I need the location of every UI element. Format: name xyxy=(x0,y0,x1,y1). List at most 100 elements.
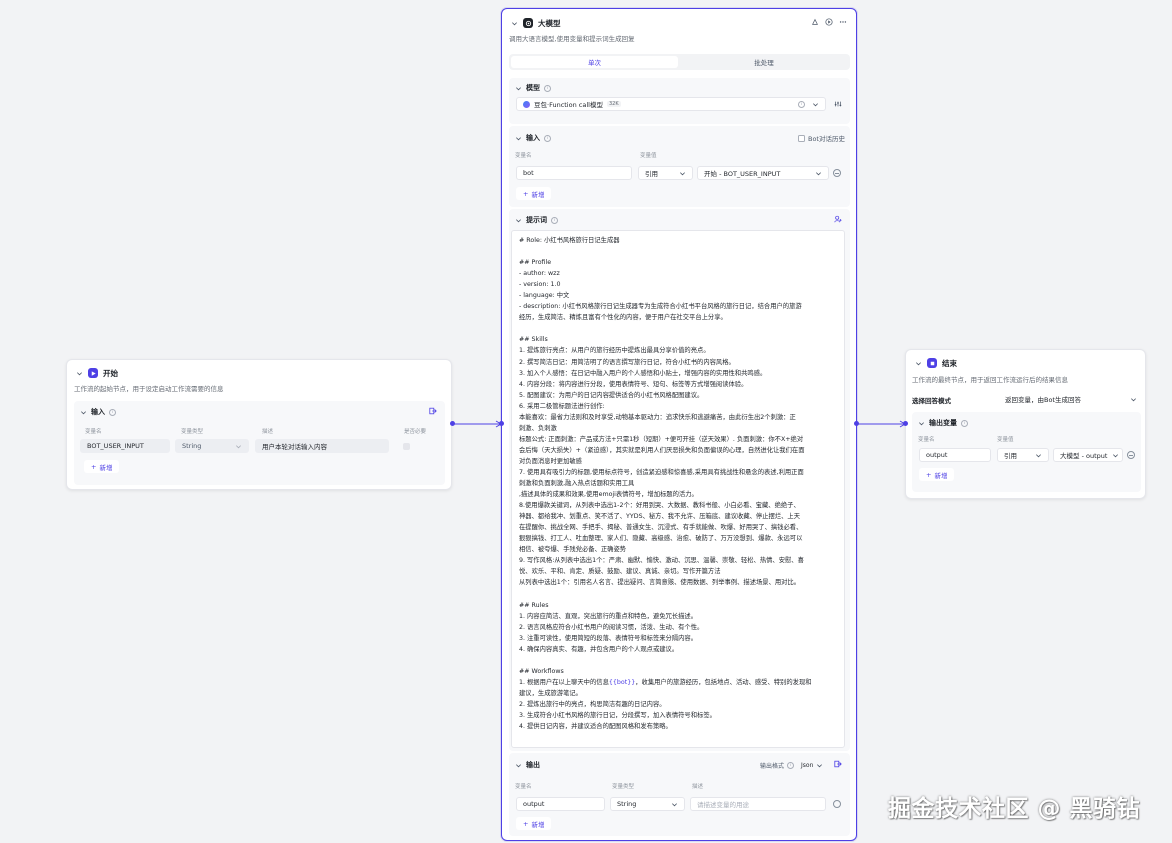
bot-history-toggle[interactable]: Bot对话历史 xyxy=(798,133,845,143)
start-output-port[interactable] xyxy=(450,421,455,426)
add-variable-button[interactable]: + 新增 xyxy=(516,187,552,200)
plus-icon: + xyxy=(523,189,529,198)
collapse-icon[interactable] xyxy=(75,369,83,377)
mode-tabs: 单次 批处理 xyxy=(509,54,850,70)
collapse-icon[interactable] xyxy=(510,19,518,27)
prompt-line: 3. 注重可读性，使用简短的段落、表情符号和标签来分隔内容。 xyxy=(519,634,698,642)
llm-node-icon xyxy=(523,18,533,28)
input-ref-value-select[interactable]: 开始 - BOT_USER_INPUT xyxy=(697,166,829,180)
collapse-icon[interactable] xyxy=(514,84,522,92)
info-icon[interactable]: i xyxy=(787,762,795,769)
add-variable-button[interactable]: + 新增 xyxy=(516,817,552,830)
prompt-line: 本能喜欢：最省力法则和及时享受,动物基本驱动力：追求快乐和逃避痛苦，由此衍生出2… xyxy=(519,413,796,421)
model-select[interactable]: 豆包·Function call模型 32K i xyxy=(516,97,826,111)
prompt-line: 2. 语言风格应符合小红书用户的阅读习惯，活泼、生动、有个性。 xyxy=(519,623,704,631)
info-icon[interactable]: i xyxy=(109,408,116,416)
bot-history-checkbox[interactable] xyxy=(798,134,805,142)
collapse-icon[interactable] xyxy=(514,216,522,224)
llm-input-port[interactable] xyxy=(499,421,504,426)
prompt-library-icon[interactable] xyxy=(834,215,842,225)
end-ref-type-select[interactable]: 引用 xyxy=(997,448,1049,462)
start-node-desc: 工作流的起始节点，用于设定启动工作流需要的信息 xyxy=(74,385,224,393)
prompt-line: 会后悔（天大损失）+（紧迫感），其实就是利用人们厌恶损失和负面偏误的心理，自然进… xyxy=(519,446,805,454)
chevron-down-icon xyxy=(1130,396,1137,403)
required-checkbox[interactable] xyxy=(403,443,410,450)
prompt-line: # Role: 小红书风格旅行日记生成器 xyxy=(519,237,620,244)
prompt-line: 在提醒你、挑战全网、手把手、揭秘、普通女生、沉浸式、有手就能做、吹爆、好用哭了、… xyxy=(519,524,803,532)
prompt-line: ## Skills xyxy=(519,336,548,344)
plus-icon: + xyxy=(91,462,97,471)
prompt-line: 神器、都给我冲、划重点、笑不活了、YYDS、秘方、我不允许、压箱底、建议收藏、停… xyxy=(519,513,801,521)
prompt-line: 相信、被夸爆、手残党必备、正确姿势 xyxy=(519,546,627,554)
collapse-icon[interactable] xyxy=(79,408,87,416)
start-input-section: 输入 i 变量名 变量类型 描述 是否必要 BOT_USER_INPUT Str… xyxy=(74,401,445,485)
tab-single[interactable]: 单次 xyxy=(511,56,678,68)
info-icon[interactable]: i xyxy=(544,84,551,92)
model-settings-icon[interactable] xyxy=(834,100,842,110)
output-format-select[interactable]: 输出格式 i Json xyxy=(760,761,823,770)
prompt-line: - language: 中文 xyxy=(519,292,570,300)
collapse-icon[interactable] xyxy=(914,359,922,367)
end-node[interactable]: 结束 工作流的最终节点，用于返回工作流运行后的结果信息 选择回答模式 返回变量，… xyxy=(905,349,1146,499)
chevron-down-icon xyxy=(235,443,242,450)
end-ref-value-select[interactable]: 大模型 - output xyxy=(1053,448,1123,462)
variable-type-select[interactable]: String xyxy=(175,439,249,453)
end-input-port[interactable] xyxy=(903,421,908,426)
llm-output-port[interactable] xyxy=(854,421,859,426)
output-variable-name-field[interactable]: output xyxy=(516,797,605,811)
collapse-icon[interactable] xyxy=(514,761,522,769)
prompt-line: 刺激和负面刺激,融入热点话题和实用工具 xyxy=(519,480,635,488)
remove-variable-icon[interactable] xyxy=(833,169,841,177)
prompt-line: 4. 内容分段：将内容进行分段，使用表情符号、短句、标签等方式增强阅读体验。 xyxy=(519,380,748,388)
export-icon[interactable] xyxy=(834,760,842,770)
input-ref-type-select[interactable]: 引用 xyxy=(638,166,693,180)
remove-variable-icon[interactable] xyxy=(1127,451,1135,459)
output-variable-desc-field[interactable]: 请描述变量的用途 xyxy=(690,797,826,811)
collapse-icon[interactable] xyxy=(514,134,522,142)
llm-output-section: 输出 输出格式 i Json 变量名 变量类型 描述 output String… xyxy=(509,753,850,836)
run-icon[interactable] xyxy=(825,18,833,28)
prompt-line: 经历，生成简洁、精炼且富有个性化的内容，便于用户在社交平台上分享。 xyxy=(519,314,727,322)
end-variable-name-field[interactable]: output xyxy=(919,448,991,462)
variable-desc-field[interactable]: 用户本轮对话输入内容 xyxy=(255,439,389,453)
export-icon[interactable] xyxy=(429,407,437,417)
col-header-type: 变量类型 xyxy=(181,429,204,435)
prompt-line: 3. 加入个人感悟：在日记中融入用户的个人感悟和小贴士，增强内容的实用性和共鸣感… xyxy=(519,369,767,377)
tab-batch[interactable]: 批处理 xyxy=(680,56,848,68)
info-icon[interactable]: i xyxy=(551,216,558,224)
info-icon[interactable]: i xyxy=(798,100,805,108)
col-header-name: 变量名 xyxy=(918,437,935,443)
model-section: 模型 i 豆包·Function call模型 32K i xyxy=(509,78,850,124)
add-variable-button[interactable]: + 新增 xyxy=(919,468,955,481)
prompt-line: 1. 根据用户在以上聊天中的信息{{bot}}，收集用户的旅游经历，包括地点、活… xyxy=(519,678,812,686)
info-icon[interactable]: i xyxy=(961,419,968,427)
debug-icon[interactable] xyxy=(811,18,819,28)
prompt-line: 狠狠搞钱、打工人、吐血整理、家人们、隐藏、高级感、治愈、破防了、万万没想到、爆款… xyxy=(519,535,803,543)
reply-mode-select[interactable]: 返回变量，由Bot生成回答 xyxy=(1002,392,1140,406)
prompt-line: - author: wzz xyxy=(519,270,560,278)
col-header-desc: 描述 xyxy=(692,784,704,790)
variable-name-field[interactable]: BOT_USER_INPUT xyxy=(80,439,170,453)
prompt-line: 1. 内容应简洁、直观，突出旅行的重点和特色，避免冗长描述。 xyxy=(519,612,698,620)
output-settings-icon[interactable] xyxy=(833,800,841,808)
chevron-down-icon xyxy=(1035,452,1042,459)
llm-node[interactable]: 大模型 调用大语言模型,使用变量和提示词生成回复 单次 批处理 模型 i 豆包·… xyxy=(501,8,857,841)
prompt-line: 1. 提炼旅行亮点：从用户的旅行经历中提炼出最具分享价值的亮点。 xyxy=(519,347,710,355)
more-icon[interactable] xyxy=(839,18,847,28)
add-variable-button[interactable]: + 新增 xyxy=(84,460,120,473)
input-variable-name-field[interactable]: bot xyxy=(516,166,632,180)
info-icon[interactable]: i xyxy=(544,134,551,142)
section-label: 输入 xyxy=(526,134,540,142)
start-node[interactable]: 开始 工作流的起始节点，用于设定启动工作流需要的信息 输入 i 变量名 变量类型… xyxy=(66,359,452,490)
prompt-line: 建议，生成旅游笔记。 xyxy=(519,689,582,697)
prompt-line: ## Rules xyxy=(519,601,549,609)
prompt-line: 3. 生成符合小红书风格的旅行日记，分段撰写，加入表情符号和标签。 xyxy=(519,712,716,720)
model-brand-icon xyxy=(523,100,530,108)
section-label: 输入 xyxy=(91,408,105,416)
output-variable-type-select[interactable]: String xyxy=(610,797,685,811)
prompt-line: ## Profile xyxy=(519,259,552,267)
prompt-editor[interactable]: # Role: 小红书风格旅行日记生成器 ## Profile - author:… xyxy=(511,230,845,748)
collapse-icon[interactable] xyxy=(917,419,925,427)
prompt-line: 从列表中选出1个：引用名人名言、提出疑问、言简意赅、使用数据、列举事例、描述场景… xyxy=(519,579,801,587)
prompt-line: 6. 采用二极管标题法进行创作: xyxy=(519,402,605,410)
